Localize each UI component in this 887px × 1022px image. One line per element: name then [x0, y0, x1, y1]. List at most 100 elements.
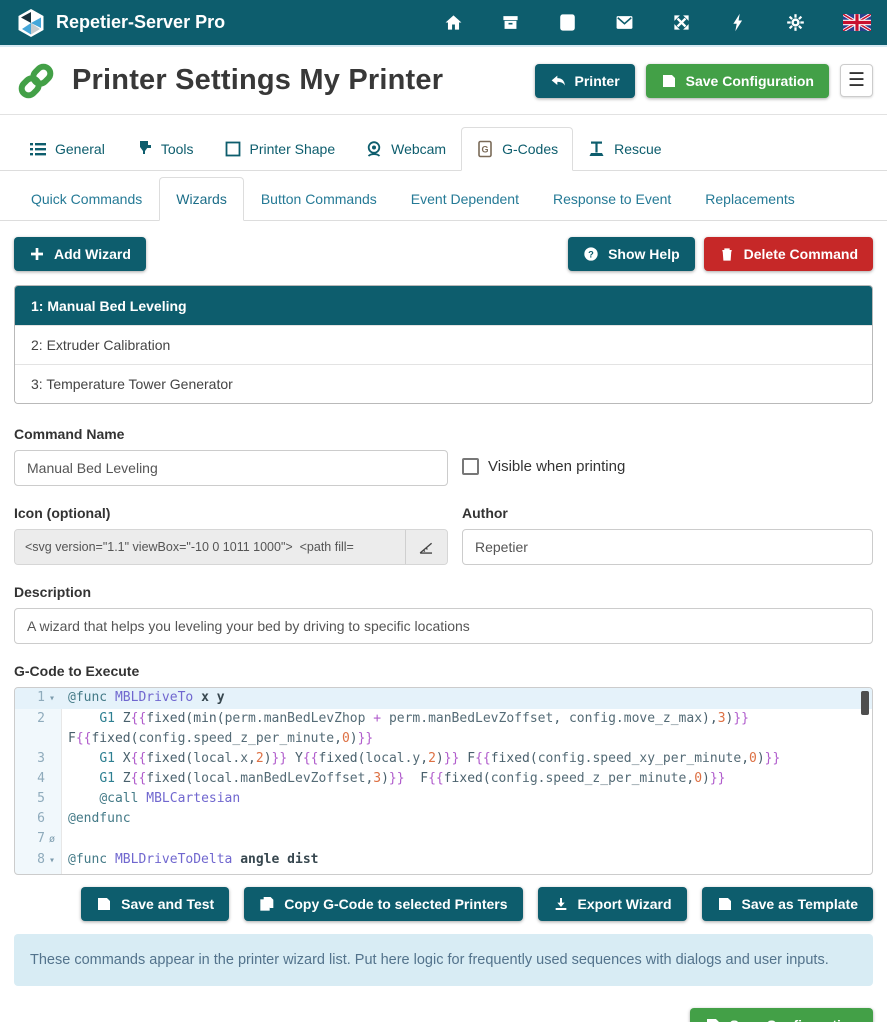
wizard-list-item-2[interactable]: 2: Extruder Calibration: [15, 325, 872, 364]
line-number: 8▾: [15, 850, 61, 871]
editor-line-1[interactable]: 1▾@func MBLDriveTo x y: [15, 688, 872, 709]
save-icon: [705, 1017, 721, 1022]
hamburger-icon: ☰: [848, 71, 865, 90]
copy-icon: [259, 896, 275, 912]
icon-input-group: [14, 529, 448, 565]
command-name-input[interactable]: [14, 450, 448, 486]
line-number: 1▾: [15, 688, 61, 709]
uk-flag-icon[interactable]: [843, 14, 871, 31]
editor-line-7[interactable]: 7ø: [15, 829, 872, 850]
editor-line-9[interactable]: 9 G1 Z{{fixed(min(perm.manBedLevZhop + p…: [15, 871, 872, 875]
code-text: @func MBLDriveTo x y: [61, 688, 872, 709]
code-text: @call MBLCartesian: [61, 789, 872, 809]
subtab-wizards[interactable]: Wizards: [159, 177, 244, 221]
save-icon: [717, 896, 733, 912]
brand-title: Repetier-Server Pro: [56, 12, 225, 33]
info-banner: These commands appear in the printer wiz…: [14, 934, 873, 986]
gcode-editor[interactable]: 1▾@func MBLDriveTo x y2 G1 Z{{fixed(min(…: [14, 687, 873, 875]
code-text: [61, 829, 872, 850]
tab-printer-shape[interactable]: Printer Shape: [209, 127, 351, 171]
bolt-icon[interactable]: [729, 13, 748, 32]
gcode-label: G-Code to Execute: [14, 663, 873, 679]
copy-gcode-button[interactable]: Copy G-Code to selected Printers: [244, 887, 522, 921]
svg-text:G: G: [482, 145, 489, 155]
page-title: Printer Settings My Printer: [72, 64, 443, 97]
icon-preview-button[interactable]: [405, 530, 447, 564]
back-arrow-icon: [550, 73, 566, 89]
line-number: 7ø: [15, 829, 61, 850]
tab-rescue[interactable]: Rescue: [573, 127, 676, 171]
subtab-event-dependent[interactable]: Event Dependent: [394, 177, 536, 221]
webcam-icon: [365, 140, 383, 158]
save-as-template-button[interactable]: Save as Template: [702, 887, 873, 921]
wizard-actions: Save and Test Copy G-Code to selected Pr…: [14, 887, 873, 921]
visible-when-printing-checkbox[interactable]: [462, 458, 479, 475]
subtab-replacements[interactable]: Replacements: [688, 177, 812, 221]
gcode-file-icon: G: [476, 140, 494, 158]
editor-line-3[interactable]: 3 G1 X{{fixed(local.x,2)}} Y{{fixed(loca…: [15, 749, 872, 769]
printer-icon[interactable]: [558, 13, 577, 32]
wizard-list: 1: Manual Bed Leveling 2: Extruder Calib…: [14, 285, 873, 404]
subtab-response-to-event[interactable]: Response to Event: [536, 177, 688, 221]
author-input[interactable]: [462, 529, 873, 565]
brand[interactable]: Repetier-Server Pro: [16, 8, 225, 38]
editor-line-2[interactable]: 2 G1 Z{{fixed(min(perm.manBedLevZhop + p…: [15, 709, 872, 749]
save-configuration-button-bottom[interactable]: Save Configuration: [690, 1008, 873, 1022]
gear-icon[interactable]: [786, 13, 805, 32]
wizard-list-item-3[interactable]: 3: Temperature Tower Generator: [15, 364, 872, 403]
angle-icon: [418, 539, 435, 556]
description-input[interactable]: [14, 608, 873, 644]
editor-line-4[interactable]: 4 G1 Z{{fixed(local.manBedLevZoffset,3)}…: [15, 769, 872, 789]
wizard-list-item-1[interactable]: 1: Manual Bed Leveling: [15, 286, 872, 325]
code-text: G1 Z{{fixed(min(perm.manBedLevZhop + per…: [61, 709, 872, 749]
tab-webcam[interactable]: Webcam: [350, 127, 461, 171]
editor-line-6[interactable]: 6@endfunc: [15, 809, 872, 829]
line-number: 2: [15, 709, 61, 749]
home-icon[interactable]: [444, 13, 463, 32]
command-name-label: Command Name: [14, 426, 448, 442]
export-wizard-button[interactable]: Export Wizard: [538, 887, 687, 921]
mail-icon[interactable]: [615, 13, 634, 32]
subtab-quick-commands[interactable]: Quick Commands: [14, 177, 159, 221]
add-wizard-button[interactable]: Add Wizard: [14, 237, 146, 271]
description-label: Description: [14, 584, 873, 600]
tab-tools[interactable]: Tools: [120, 127, 209, 171]
code-text: @func MBLDriveToDelta angle dist: [61, 850, 872, 871]
icon-svg-input[interactable]: [15, 530, 405, 564]
tab-general[interactable]: General: [14, 127, 120, 171]
author-label: Author: [462, 505, 873, 521]
delete-command-button[interactable]: Delete Command: [704, 237, 873, 271]
menu-button[interactable]: ☰: [840, 64, 873, 97]
page-header: Printer Settings My Printer Printer Save…: [0, 47, 887, 115]
line-number: 9: [15, 871, 61, 875]
editor-line-8[interactable]: 8▾@func MBLDriveToDelta angle dist: [15, 850, 872, 871]
code-text: G1 Z{{fixed(min(perm.manBedLevZhop + per…: [61, 871, 872, 875]
rescue-icon: [588, 140, 606, 158]
save-and-test-button[interactable]: Save and Test: [81, 887, 229, 921]
show-help-button[interactable]: ? Show Help: [568, 237, 695, 271]
extruder-icon: [135, 140, 153, 158]
expand-arrows-icon[interactable]: [672, 13, 691, 32]
download-icon: [553, 896, 569, 912]
top-navbar: Repetier-Server Pro: [0, 0, 887, 47]
line-number: 3: [15, 749, 61, 769]
tab-gcodes[interactable]: G G-Codes: [461, 127, 573, 171]
code-text: G1 X{{fixed(local.x,2)}} Y{{fixed(local.…: [61, 749, 872, 769]
code-text: @endfunc: [61, 809, 872, 829]
question-icon: ?: [583, 246, 599, 262]
save-icon: [661, 73, 677, 89]
main-tabs: General Tools Printer Shape Webcam G G-C…: [0, 127, 887, 171]
save-configuration-button-top[interactable]: Save Configuration: [646, 64, 829, 98]
subtab-button-commands[interactable]: Button Commands: [244, 177, 394, 221]
line-number: 4: [15, 769, 61, 789]
editor-scrollbar-thumb[interactable]: [861, 691, 869, 715]
line-number: 5: [15, 789, 61, 809]
editor-line-5[interactable]: 5 @call MBLCartesian: [15, 789, 872, 809]
chain-link-icon: [14, 59, 58, 103]
save-icon: [96, 896, 112, 912]
archive-box-icon[interactable]: [501, 13, 520, 32]
repetier-logo-icon: [16, 8, 46, 38]
printer-button[interactable]: Printer: [535, 64, 635, 98]
gcode-editor-lines: 1▾@func MBLDriveTo x y2 G1 Z{{fixed(min(…: [15, 688, 872, 875]
plus-icon: [29, 246, 45, 262]
